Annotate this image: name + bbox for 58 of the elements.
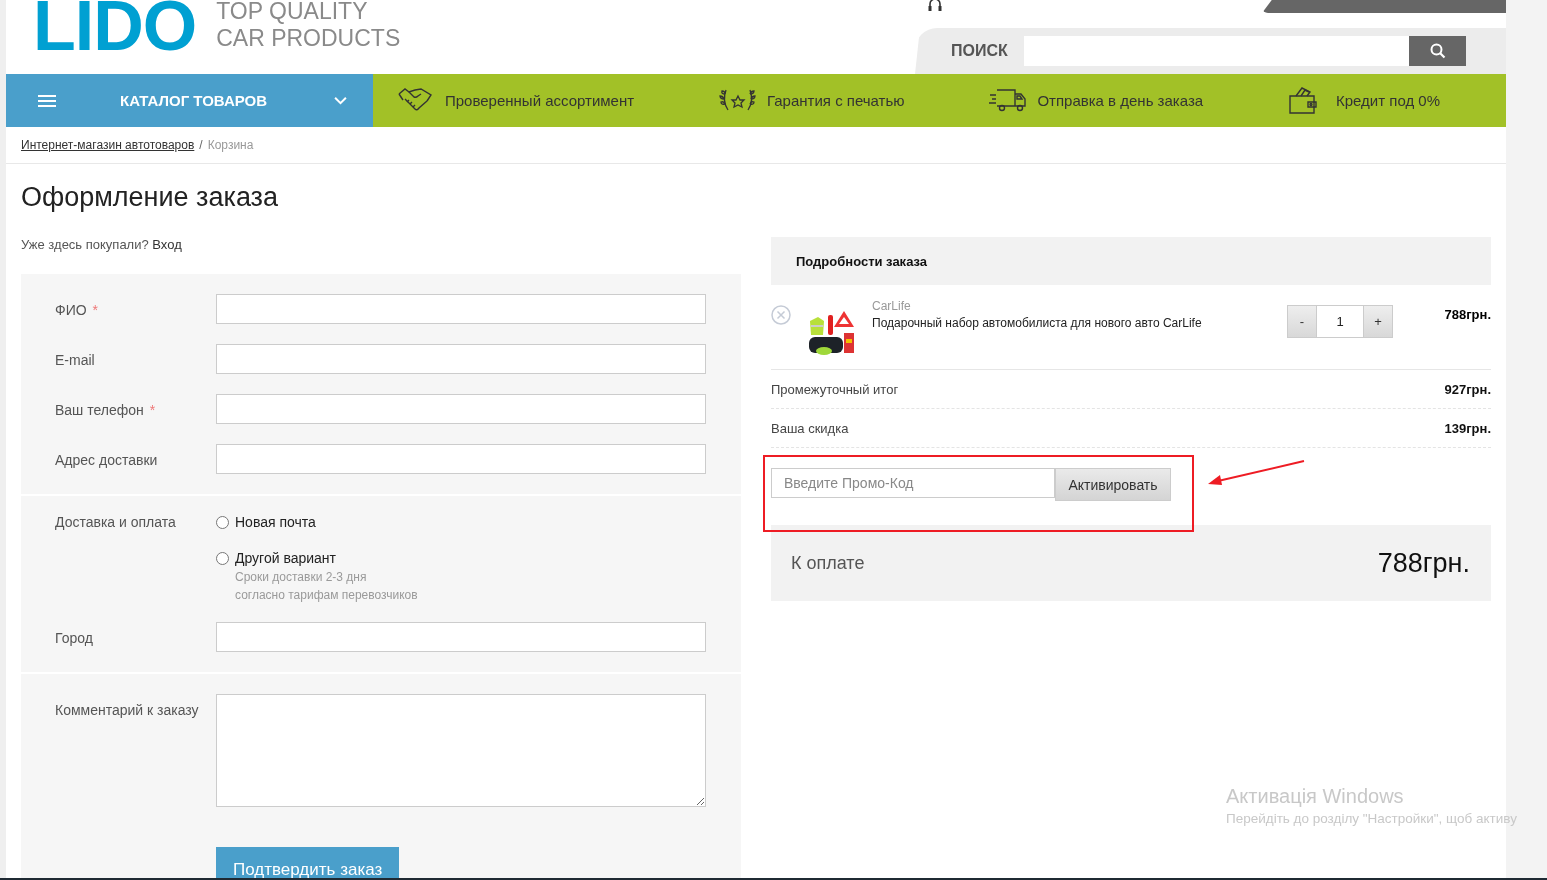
payable-label: К оплате [791, 552, 865, 574]
search-label: ПОИСК [951, 42, 1009, 60]
field-label: Город [55, 630, 93, 646]
feature-label: Гарантия с печатью [767, 92, 905, 109]
total-label: Промежуточный итог [771, 381, 899, 397]
input-field[interactable] [216, 444, 706, 474]
login-prompt: Уже здесь покупали? Вход [21, 237, 183, 252]
radio-button[interactable] [216, 516, 229, 529]
product-name[interactable]: Подарочный набор автомобилиста для нового авто CarLife [872, 316, 1287, 330]
total-label: Ваша скидка [771, 420, 849, 436]
input-field[interactable] [216, 622, 706, 652]
total-value: 139грн. [1444, 420, 1491, 436]
breadcrumb-separator: / [199, 138, 203, 152]
payable-amount: 788грн. [1377, 547, 1470, 579]
promo-code-field[interactable]: Введите Промо-Код [771, 468, 1055, 498]
field-label: Адрес доставки [55, 452, 158, 468]
search-icon [1429, 43, 1446, 59]
feature-label: Проверенный ассортимент [445, 92, 635, 109]
field-label: Доставка и оплата [55, 514, 176, 530]
breadcrumb-current: Корзина [207, 138, 254, 152]
delivery-note: согласно тарифам перевозчиков [235, 588, 418, 602]
activate-button[interactable]: Активировать [1055, 468, 1171, 501]
field-label: Ваш телефон [55, 402, 144, 418]
login-link[interactable]: Вход [152, 237, 182, 252]
radio-button[interactable] [216, 552, 229, 565]
radio-option[interactable]: Другой вариант [216, 550, 418, 566]
quantity-field[interactable]: 1 [1317, 305, 1363, 338]
total-value: 927грн. [1444, 381, 1491, 397]
field-label: ФИО [55, 302, 87, 318]
tagline: TOP QUALITY [216, 0, 369, 25]
decrease-button[interactable]: - [1287, 305, 1317, 338]
input-field[interactable] [216, 344, 706, 374]
comment-field[interactable] [216, 694, 706, 807]
search-button[interactable] [1409, 36, 1466, 66]
order-details-heading: Подробности заказа [771, 237, 1491, 285]
breadcrumb-link[interactable]: Интернет-магазин автотоваров [21, 138, 195, 152]
chevron-down-icon [334, 96, 347, 105]
item-price: 788грн. [1443, 307, 1491, 322]
increase-button[interactable]: + [1363, 305, 1393, 338]
input-field[interactable] [216, 294, 706, 324]
tagline: CAR PRODUCTS [216, 25, 401, 52]
field-label: E-mail [55, 352, 95, 368]
feature-label: Кредит под 0% [1336, 92, 1440, 109]
close-icon [771, 305, 791, 325]
required-mark: * [149, 402, 156, 418]
cart-tab[interactable] [1262, 0, 1506, 13]
remove-button[interactable] [771, 305, 791, 325]
feature-label: Отправка в день заказа [1037, 92, 1204, 109]
page-title: Оформление заказа [21, 182, 279, 213]
input-field[interactable] [216, 394, 706, 424]
delivery-note: Сроки доставки 2-3 дня [235, 570, 368, 584]
radio-option[interactable]: Новая почта [216, 514, 418, 530]
product-brand: CarLife [872, 299, 912, 313]
field-label: Комментарий к заказу [55, 702, 199, 718]
required-mark: * [92, 302, 99, 318]
search-field[interactable] [1024, 36, 1409, 66]
headset-icon [928, 0, 942, 14]
menu-icon [38, 93, 56, 108]
